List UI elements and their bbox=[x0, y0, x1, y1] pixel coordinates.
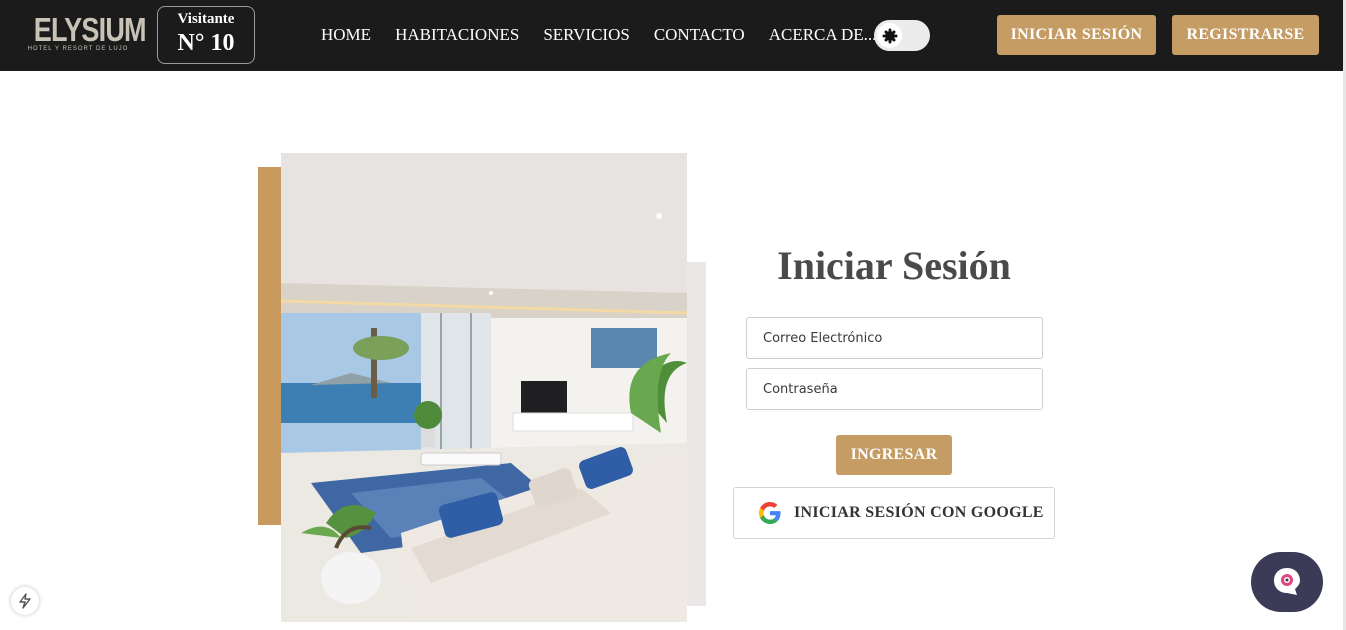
logo-wordmark: ELYSIUM bbox=[33, 11, 147, 48]
visitor-label: Visitante bbox=[177, 11, 235, 27]
decorative-gold-bar bbox=[258, 167, 282, 525]
nav-acerca-de[interactable]: ACERCA DE... bbox=[769, 25, 877, 45]
email-field[interactable] bbox=[746, 317, 1043, 359]
nav-home[interactable]: HOME bbox=[321, 25, 371, 45]
theme-toggle[interactable] bbox=[874, 20, 930, 51]
submit-login-button[interactable]: INGRESAR bbox=[836, 435, 952, 475]
visitor-counter: Visitante N° 10 bbox=[157, 6, 255, 64]
toggle-knob bbox=[877, 23, 902, 48]
visitor-number: N° 10 bbox=[177, 30, 235, 56]
room-photo bbox=[281, 153, 687, 622]
login-button[interactable]: INICIAR SESIÓN bbox=[997, 15, 1156, 55]
password-field[interactable] bbox=[746, 368, 1043, 410]
nav-servicios[interactable]: SERVICIOS bbox=[543, 25, 630, 45]
chat-bot-icon bbox=[1274, 568, 1300, 595]
login-title: Iniciar Sesión bbox=[777, 243, 1011, 288]
nav-habitaciones[interactable]: HABITACIONES bbox=[395, 25, 519, 45]
register-button[interactable]: REGISTRARSE bbox=[1172, 15, 1319, 55]
main-nav: HOME HABITACIONES SERVICIOS CONTACTO ACE… bbox=[321, 25, 876, 45]
google-login-button[interactable]: INICIAR SESIÓN CON GOOGLE bbox=[733, 487, 1055, 539]
dev-indicator-badge[interactable] bbox=[11, 587, 39, 615]
decorative-grey-bar bbox=[686, 262, 706, 606]
elysium-logo[interactable]: ELYSIUM HOTEL Y RESORT DE LUJO bbox=[24, 11, 147, 58]
top-navbar: ELYSIUM HOTEL Y RESORT DE LUJO Visitante… bbox=[0, 0, 1343, 71]
nav-contacto[interactable]: CONTACTO bbox=[654, 25, 745, 45]
sun-icon bbox=[884, 30, 895, 41]
chat-widget-button[interactable] bbox=[1251, 552, 1323, 612]
google-login-label: INICIAR SESIÓN CON GOOGLE bbox=[794, 504, 1044, 521]
google-icon bbox=[759, 502, 781, 524]
bolt-icon bbox=[19, 593, 31, 609]
